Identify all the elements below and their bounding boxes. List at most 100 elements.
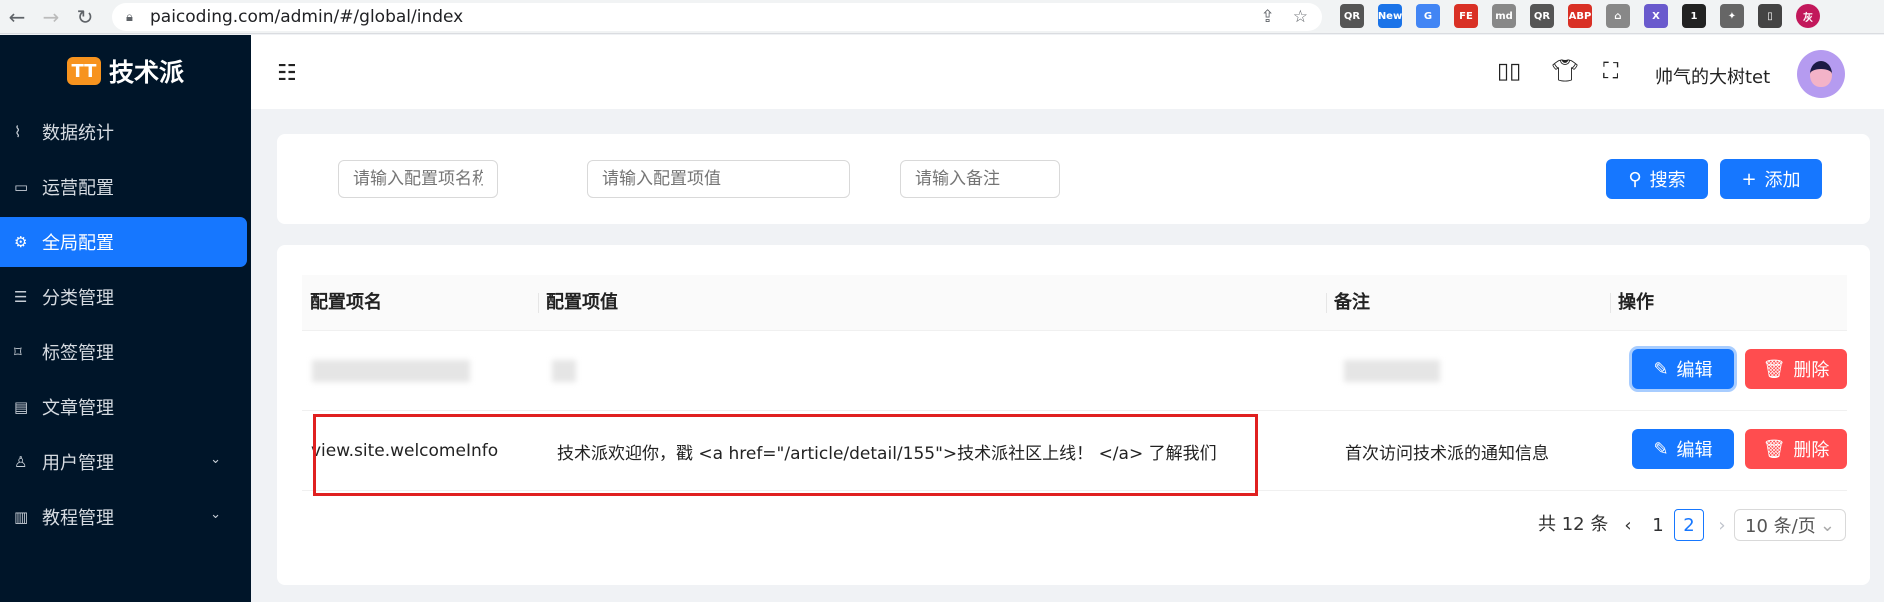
forward-icon[interactable]: → — [34, 0, 68, 34]
sidebar-item-label: 文章管理 — [42, 398, 114, 419]
sidebar-item-operations[interactable]: ▭ 运营配置 — [0, 162, 247, 212]
page-size-select[interactable]: 10 条/页 ⌄ — [1734, 509, 1846, 541]
calendar-icon: ▭ — [14, 178, 29, 196]
browser-toolbar: ← → ↻ 🔒︎ paicoding.com/admin/#/global/in… — [0, 0, 1884, 34]
delete-button-label: 删除 — [1793, 440, 1830, 461]
chart-line-icon: ⌇ — [14, 123, 22, 141]
extension-7-icon[interactable]: ⌂ — [1606, 4, 1630, 28]
blurred-name-cell — [312, 331, 470, 411]
column-header-actions: 操作 — [1610, 275, 1847, 331]
sidebar-item-global-config[interactable]: ⚙ 全局配置 — [0, 217, 247, 267]
share-icon[interactable]: ⇪ — [1261, 7, 1275, 27]
trash-icon: 🗑︎ — [1762, 438, 1786, 460]
column-header-value: 配置项值 — [538, 275, 1292, 331]
page-1-button[interactable]: 1 — [1646, 509, 1670, 541]
sidebar-item-users[interactable]: ♙ 用户管理 ⌄ — [0, 437, 247, 487]
extension-6-icon[interactable]: ABP — [1568, 4, 1592, 28]
search-button-label: 搜索 — [1649, 170, 1686, 191]
back-icon[interactable]: ← — [0, 0, 34, 34]
table-header: 配置项名 配置项值 备注 操作 — [302, 275, 1847, 331]
edit-button-label: 编辑 — [1676, 440, 1713, 461]
address-bar[interactable]: 🔒︎ paicoding.com/admin/#/global/index ⇪ … — [112, 3, 1322, 31]
sidebar-item-tags[interactable]: ⌑ 标签管理 — [0, 327, 247, 377]
chevron-down-icon: ⌄ — [210, 507, 221, 522]
extension-0-icon[interactable]: QR — [1340, 4, 1364, 28]
sidebar-item-label: 运营配置 — [42, 178, 114, 199]
layout-icon[interactable]: ▯▯ — [1497, 59, 1521, 84]
search-icon: ⚲ — [1628, 168, 1642, 190]
avatar-face-icon — [1810, 61, 1832, 87]
add-button[interactable]: + 添加 — [1720, 159, 1822, 199]
sidebar-item-label: 教程管理 — [42, 508, 114, 529]
plus-icon: + — [1741, 168, 1757, 190]
logo-mark-icon: TT — [66, 57, 101, 85]
sidebar-item-label: 分类管理 — [42, 288, 114, 309]
fullscreen-icon[interactable]: ⛶ — [1603, 59, 1618, 84]
sidebar-item-label: 标签管理 — [42, 343, 114, 364]
lock-icon: 🔒︎ — [126, 9, 133, 25]
pagination-total: 共 12 条 — [1538, 514, 1609, 535]
extension-1-icon[interactable]: New — [1378, 4, 1402, 28]
list-icon: ☰ — [14, 288, 28, 306]
blurred-value-cell — [552, 331, 576, 411]
extension-4-icon[interactable]: md — [1492, 4, 1516, 28]
user-icon: ♙ — [14, 453, 28, 471]
prev-page-icon[interactable]: ‹ — [1616, 509, 1640, 541]
blurred-remark-cell — [1344, 331, 1440, 411]
sidebar-item-label: 数据统计 — [42, 123, 114, 144]
extension-11-icon[interactable]: ▯ — [1758, 4, 1782, 28]
sidebar-item-label: 用户管理 — [42, 453, 114, 474]
config-name-input[interactable] — [338, 160, 498, 198]
sidebar-item-label: 全局配置 — [42, 233, 114, 254]
remark-cell: 首次访问技术派的通知信息 — [1345, 443, 1549, 464]
book-icon: ▥ — [14, 508, 29, 526]
sidebar-item-data-stats[interactable]: ⌇ 数据统计 — [0, 107, 247, 157]
shirt-icon[interactable]: 👕︎ — [1551, 59, 1579, 84]
app-logo[interactable]: TT 技术派 — [0, 35, 251, 107]
extension-10-icon[interactable]: ✦ — [1720, 4, 1744, 28]
gear-icon: ⚙ — [14, 233, 28, 251]
edit-button[interactable]: ✎ 编辑 — [1632, 349, 1734, 389]
chevron-down-icon: ⌄ — [1819, 514, 1835, 536]
trash-icon: 🗑︎ — [1762, 358, 1786, 380]
remark-input[interactable] — [900, 160, 1060, 198]
chevron-down-icon: ⌄ — [210, 452, 221, 467]
menu-collapse-icon[interactable]: ☷ — [277, 61, 297, 86]
sidebar-item-articles[interactable]: ▤ 文章管理 — [0, 382, 247, 432]
delete-button-label: 删除 — [1793, 360, 1830, 381]
config-value-input[interactable] — [587, 160, 850, 198]
logo-text: 技术派 — [108, 58, 184, 87]
user-name[interactable]: 帅气的大树tet — [1655, 63, 1770, 89]
avatar[interactable] — [1797, 50, 1845, 98]
url-text: paicoding.com/admin/#/global/index — [150, 7, 464, 27]
sidebar-item-category[interactable]: ☰ 分类管理 — [0, 272, 247, 322]
delete-button[interactable]: 🗑︎ 删除 — [1745, 349, 1847, 389]
edit-icon: ✎ — [1653, 358, 1669, 380]
sidebar: TT 技术派 ⌇ 数据统计 ▭ 运营配置 ⚙ 全局配置 ☰ 分类管理 ⌑ 标签管… — [0, 35, 251, 602]
next-page-icon[interactable]: › — [1710, 509, 1734, 541]
highlight-annotation-box — [313, 414, 1258, 496]
column-header-name: 配置项名 — [310, 292, 382, 313]
reload-icon[interactable]: ↻ — [68, 0, 102, 34]
edit-button[interactable]: ✎ 编辑 — [1632, 429, 1734, 469]
extension-9-icon[interactable]: 1 — [1682, 4, 1706, 28]
extension-5-icon[interactable]: QR — [1530, 4, 1554, 28]
delete-button[interactable]: 🗑︎ 删除 — [1745, 429, 1847, 469]
edit-button-label: 编辑 — [1676, 360, 1713, 381]
extensions-bar: QR New G FE md QR ABP ⌂ X 1 ✦ ▯ 灰 — [1340, 4, 1820, 28]
search-button[interactable]: ⚲ 搜索 — [1606, 159, 1708, 199]
page-2-button[interactable]: 2 — [1674, 509, 1704, 541]
bookmark-star-icon[interactable]: ☆ — [1293, 7, 1308, 27]
table-row: ✎ 编辑 🗑︎ 删除 — [302, 331, 1847, 411]
column-header-remark: 备注 — [1326, 275, 1610, 331]
extension-3-icon[interactable]: FE — [1454, 4, 1478, 28]
page-size-value: 10 条/页 — [1745, 516, 1816, 537]
sidebar-item-tutorials[interactable]: ▥ 教程管理 ⌄ — [0, 492, 247, 542]
extension-2-icon[interactable]: G — [1416, 4, 1440, 28]
tag-icon: ⌑ — [14, 343, 22, 361]
filter-panel: ⚲ 搜索 + 添加 — [277, 134, 1870, 224]
header: ☷ ▯▯ 👕︎ ⛶ 帅气的大树tet — [251, 35, 1884, 109]
extension-12-icon[interactable]: 灰 — [1796, 4, 1820, 28]
extension-8-icon[interactable]: X — [1644, 4, 1668, 28]
document-icon: ▤ — [14, 398, 29, 416]
